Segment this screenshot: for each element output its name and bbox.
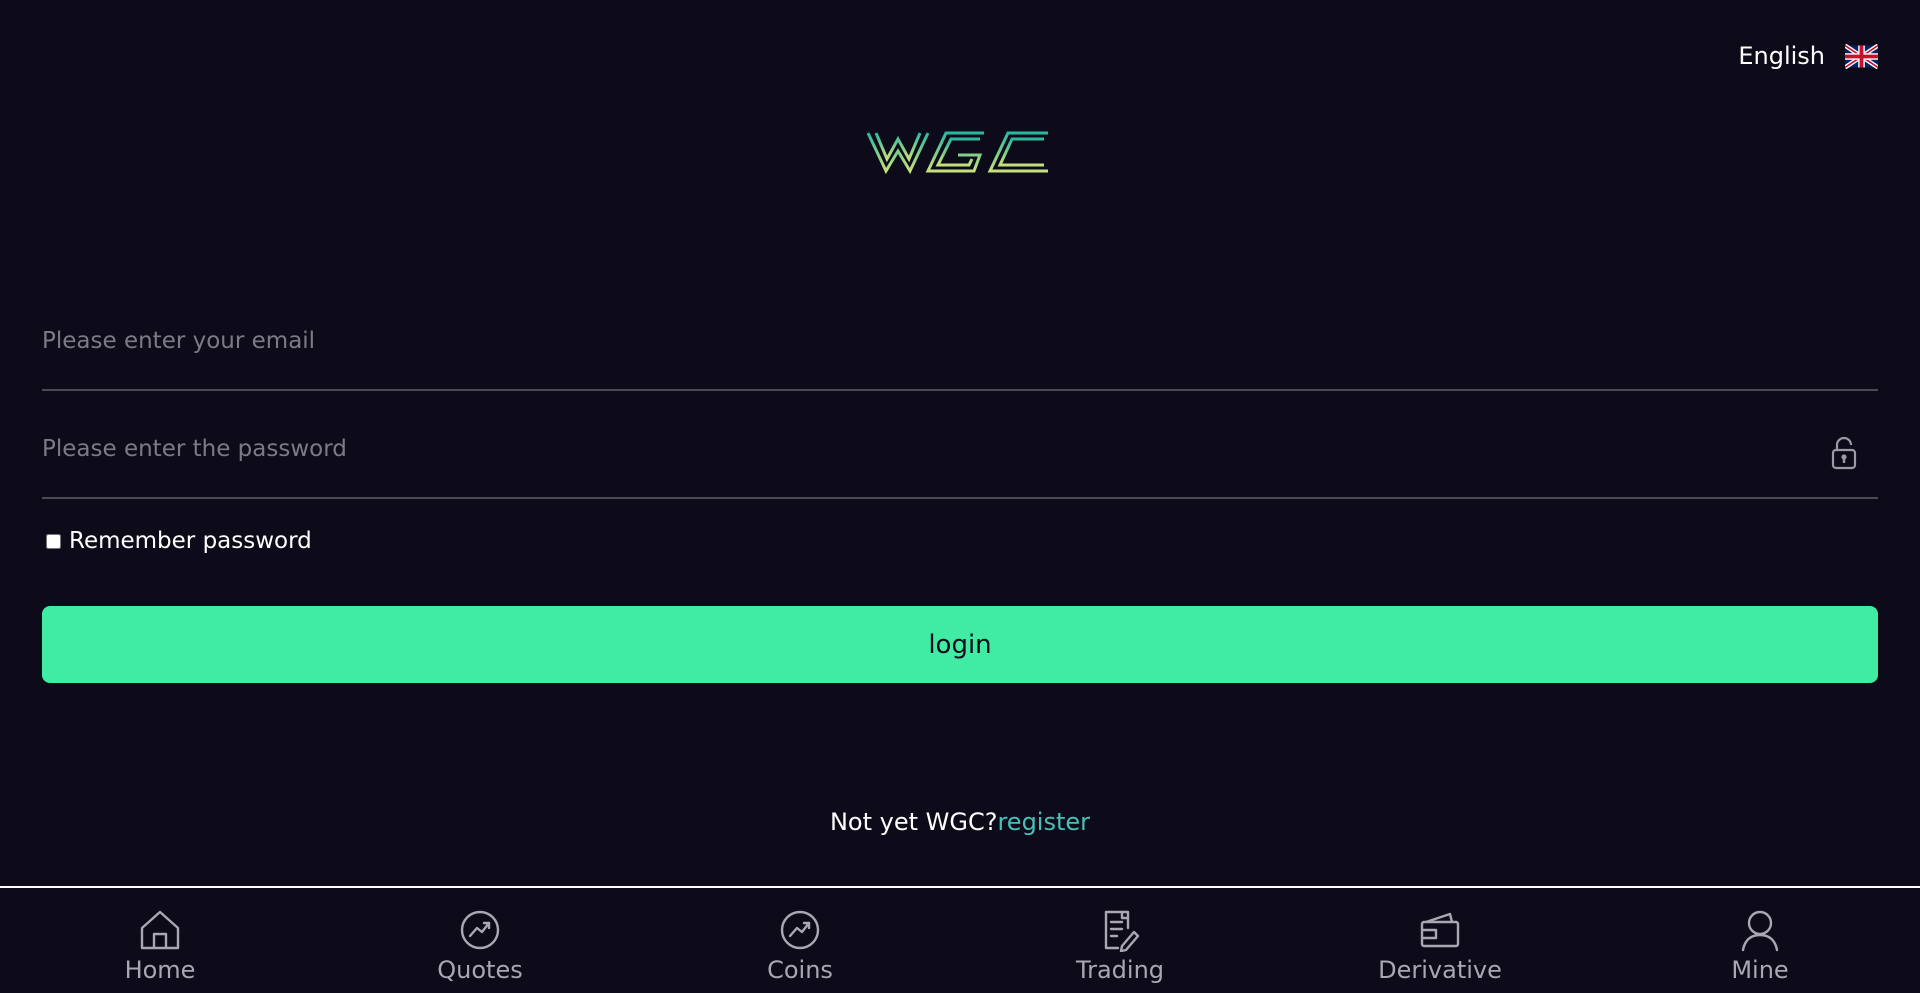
trading-icon [1104,910,1140,952]
wallet-icon [1420,912,1460,948]
remember-password-label: Remember password [69,528,312,554]
register-link[interactable]: register [997,808,1090,836]
register-prompt: Not yet WGC?register [0,808,1920,836]
password-field-container [42,396,1878,499]
email-input[interactable] [42,288,1878,389]
nav-item-coins[interactable]: Coins [640,888,960,984]
bottom-navigation: Home Quotes Coins Trading Derivative Min… [0,886,1920,993]
unlock-icon[interactable] [1830,436,1858,470]
quotes-icon [460,910,500,950]
nav-label-coins: Coins [767,956,833,984]
coins-icon [780,910,820,950]
home-icon [140,910,180,950]
login-form: Remember password login [42,288,1878,683]
remember-password-checkbox[interactable] [46,533,61,549]
nav-item-home[interactable]: Home [0,888,320,984]
password-input[interactable] [42,396,1878,497]
nav-label-home: Home [124,956,196,984]
nav-label-mine: Mine [1731,956,1789,984]
uk-flag-icon [1845,43,1878,69]
register-prefix-text: Not yet WGC? [829,808,998,836]
nav-item-derivative[interactable]: Derivative [1280,888,1600,984]
login-button[interactable]: login [42,606,1878,683]
user-icon [1741,910,1779,952]
nav-label-quotes: Quotes [437,956,523,984]
nav-label-trading: Trading [1075,956,1165,984]
remember-password-option[interactable]: Remember password [46,528,1878,554]
nav-item-mine[interactable]: Mine [1600,888,1920,984]
email-field-container [42,288,1878,391]
nav-item-trading[interactable]: Trading [960,888,1280,984]
wgc-logo [866,131,1048,175]
login-page: English Please enter your email Remember… [0,0,1920,993]
nav-label-derivative: Derivative [1378,956,1502,984]
nav-item-quotes[interactable]: Quotes [320,888,640,984]
language-selector[interactable]: English [1738,42,1878,70]
language-label: English [1738,42,1825,70]
